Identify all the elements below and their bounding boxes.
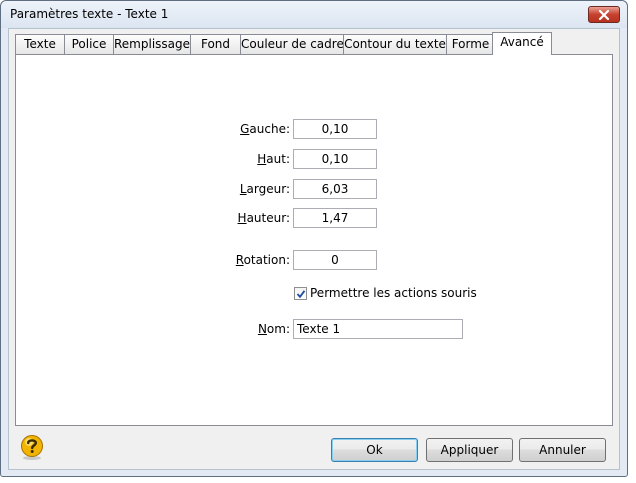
- tab-texte[interactable]: Texte: [15, 34, 65, 54]
- window-title: Paramètres texte - Texte 1: [10, 7, 169, 21]
- tab-forme[interactable]: Forme: [446, 34, 495, 54]
- gauche-field[interactable]: 0,10: [293, 119, 377, 139]
- haut-field[interactable]: 0,10: [293, 149, 377, 169]
- tab-contour-du-texte[interactable]: Contour du texte: [343, 34, 447, 54]
- ok-button[interactable]: Ok: [331, 438, 418, 462]
- help-button[interactable]: [21, 434, 45, 463]
- haut-label: Haut:: [257, 152, 290, 166]
- close-button[interactable]: [588, 6, 620, 23]
- gauche-label: Gauche:: [240, 122, 290, 136]
- tab-police[interactable]: Police: [64, 34, 114, 54]
- mouse-actions-checkbox[interactable]: [294, 287, 307, 300]
- tab-remplissage[interactable]: Remplissage: [113, 34, 191, 54]
- nom-field[interactable]: Texte 1: [293, 319, 463, 339]
- largeur-label: Largeur:: [239, 182, 290, 196]
- largeur-field[interactable]: 6,03: [293, 179, 377, 199]
- tab-couleur-de-cadre[interactable]: Couleur de cadre: [240, 34, 344, 54]
- rotation-label: Rotation:: [235, 253, 290, 267]
- apply-button[interactable]: Appliquer: [426, 438, 513, 462]
- rotation-field[interactable]: 0: [293, 250, 377, 270]
- help-icon: [21, 435, 43, 460]
- advanced-panel: Gauche: 0,10 Haut: 0,10 Largeur: 6,03 Ha…: [15, 54, 613, 426]
- nom-label: Nom:: [257, 322, 290, 336]
- tab-avance[interactable]: Avancé: [492, 32, 552, 55]
- tab-fond[interactable]: Fond: [190, 34, 241, 54]
- mouse-actions-label[interactable]: Permettre les actions souris: [310, 286, 477, 300]
- title-bar: Paramètres texte - Texte 1: [1, 1, 627, 28]
- close-icon: [598, 9, 610, 20]
- dialog-window: Paramètres texte - Texte 1 Texte Police …: [0, 0, 628, 477]
- checkmark-icon: [296, 290, 306, 299]
- hauteur-field[interactable]: 1,47: [293, 208, 377, 228]
- dialog-client: Texte Police Remplissage Fond Couleur de…: [8, 28, 620, 470]
- cancel-button[interactable]: Annuler: [519, 438, 606, 462]
- hauteur-label: Hauteur:: [237, 211, 290, 225]
